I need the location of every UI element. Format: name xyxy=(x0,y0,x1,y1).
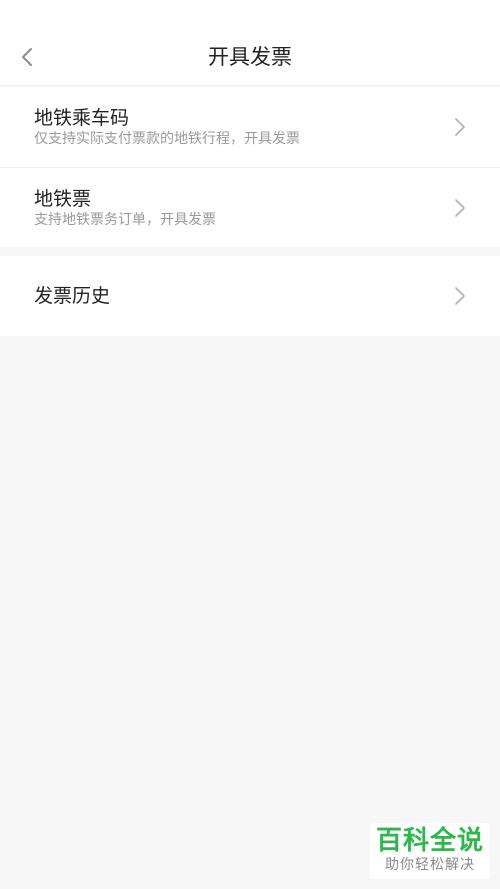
watermark-tagline: 助你轻松解决 xyxy=(385,857,475,873)
option-subtitle: 仅支持实际支付票款的地铁行程，开具发票 xyxy=(34,131,300,147)
option-title: 地铁票 xyxy=(34,188,92,210)
watermark-logo: 百科全说 助你轻松解决 xyxy=(370,823,490,879)
option-title: 地铁乘车码 xyxy=(34,107,130,129)
invoice-option-metro-ticket[interactable]: 地铁票 支持地铁票务订单，开具发票 xyxy=(0,167,500,247)
history-title: 发票历史 xyxy=(34,285,111,307)
history-card: 发票历史 xyxy=(0,256,500,336)
invoice-options-card: 地铁乘车码 仅支持实际支付票款的地铁行程，开具发票 地铁票 支持地铁票务订单，开… xyxy=(0,87,500,247)
invoice-history-item[interactable]: 发票历史 xyxy=(0,256,500,336)
page-title: 开具发票 xyxy=(208,45,292,69)
navigation-bar: 开具发票 xyxy=(0,0,500,86)
watermark-title: 百科全说 xyxy=(375,826,484,856)
option-subtitle: 支持地铁票务订单，开具发票 xyxy=(34,212,216,228)
chevron-right-icon xyxy=(455,118,465,136)
invoice-option-metro-qr-code[interactable]: 地铁乘车码 仅支持实际支付票款的地铁行程，开具发票 xyxy=(0,87,500,167)
chevron-right-icon xyxy=(455,287,465,305)
chevron-right-icon xyxy=(455,199,465,217)
